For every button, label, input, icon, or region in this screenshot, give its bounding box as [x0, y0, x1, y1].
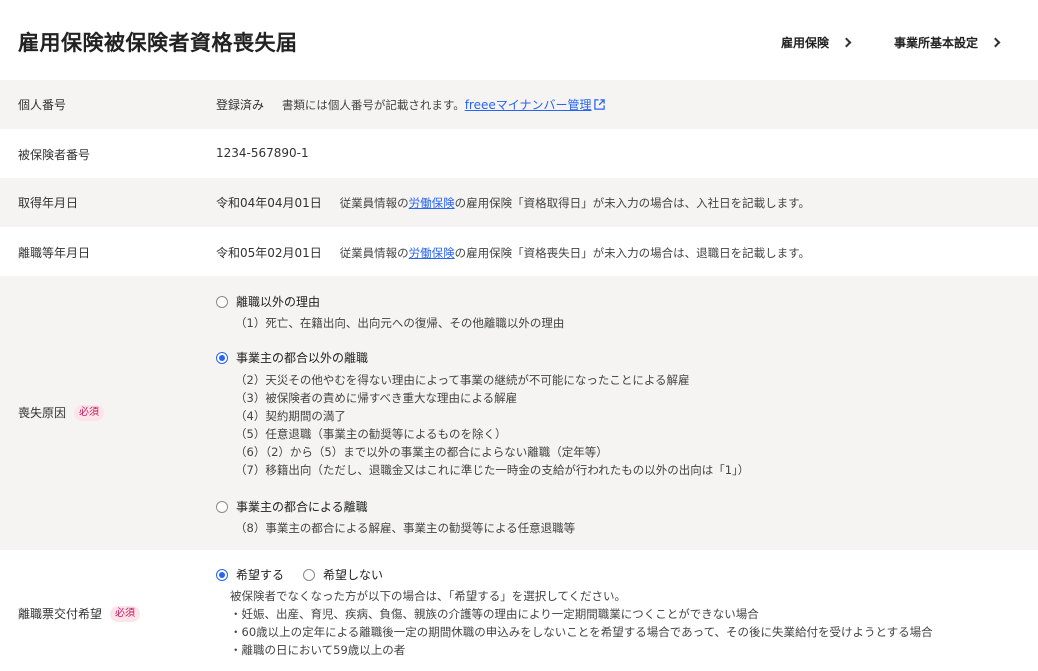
option-detail: （4）契約期間の満了: [235, 409, 346, 423]
radio-label: 事業主の都合による離職: [236, 500, 368, 514]
note-text: 従業員情報の: [339, 196, 409, 210]
loss-reason-option-2[interactable]: 事業主の都合以外の離職: [216, 349, 368, 366]
office-settings-link[interactable]: 事業所基本設定: [894, 34, 1001, 51]
leave-date-note: 従業員情報の労働保険の雇用保険「資格喪失日」が未入力の場合は、退職日を記載します…: [340, 246, 810, 260]
radio-button[interactable]: [303, 568, 315, 581]
personal-number-note: 書類には個人番号が記載されます。: [281, 98, 465, 112]
option-detail: （8）事業主の都合による解雇、事業主の勧奨等による任意退職等: [235, 521, 576, 535]
separation-slip-detail: ・離職の日において59歳以上の者: [230, 643, 406, 657]
option-detail: （6）（2）から（5）まで以外の事業主の都合によらない離職（定年等）: [235, 445, 608, 459]
insured-number-value: 1234-567890-1: [216, 146, 309, 160]
leave-date-value: 令和05年02月01日 従業員情報の労働保険の雇用保険「資格喪失日」が未入力の場…: [216, 244, 810, 261]
separation-slip-label-text: 離職票交付希望: [18, 607, 103, 621]
radio-button-selected[interactable]: [216, 568, 228, 581]
acquired-date-text: 令和04年04月01日: [216, 196, 322, 210]
leave-date-text: 令和05年02月01日: [216, 246, 322, 260]
leave-date-row: 離職等年月日 令和05年02月01日 従業員情報の労働保険の雇用保険「資格喪失日…: [0, 227, 1038, 276]
separation-slip-option-no[interactable]: 希望しない: [303, 566, 383, 583]
radio-label: 希望しない: [323, 568, 384, 582]
radio-label: 離職以外の理由: [236, 295, 321, 309]
employment-insurance-link-label: 雇用保険: [781, 36, 830, 50]
required-badge: 必須: [74, 404, 105, 421]
acquired-date-value: 令和04年04月01日 従業員情報の労働保険の雇用保険「資格取得日」が未入力の場…: [216, 194, 810, 211]
radio-label: 希望する: [236, 568, 285, 582]
separation-slip-detail: ・妊娠、出産、育児、疾病、負傷、親族の介護等の理由により一定期間職業につくことが…: [230, 607, 759, 621]
personal-number-status: 登録済み: [216, 98, 265, 112]
note-text: の雇用保険「資格喪失日」が未入力の場合は、退職日を記載します。: [454, 246, 810, 260]
radio-button-selected[interactable]: [216, 351, 228, 364]
option-detail: （2）天災その他やむを得ない理由によって事業の継続が不可能になったことによる解雇: [235, 373, 690, 387]
acquired-date-label: 取得年月日: [18, 196, 79, 210]
personal-number-row: 個人番号 登録済み 書類には個人番号が記載されます。freeeマイナンバー管理: [0, 80, 1038, 129]
mynumber-management-link[interactable]: freeeマイナンバー管理: [465, 98, 592, 112]
chevron-right-icon: [990, 37, 1001, 48]
labor-insurance-link[interactable]: 労働保険: [409, 246, 455, 260]
separation-slip-option-yes[interactable]: 希望する: [216, 566, 284, 583]
option-detail: （7）移籍出向（ただし、退職金又はこれに準じた一時金の支給が行われたもの以外の出…: [235, 463, 750, 477]
personal-number-label: 個人番号: [18, 98, 67, 112]
option-detail: （5）任意退職（事業主の勧奨等によるものを除く）: [235, 427, 507, 441]
separation-slip-detail: ・60歳以上の定年による離職後一定の期間休職の申込みをしないことを希望する場合で…: [230, 625, 933, 639]
employment-insurance-link[interactable]: 雇用保険: [781, 34, 852, 51]
required-badge: 必須: [110, 605, 141, 622]
external-link-icon[interactable]: [593, 99, 605, 110]
loss-reason-option-3[interactable]: 事業主の都合による離職: [216, 498, 368, 515]
note-text: の雇用保険「資格取得日」が未入力の場合は、入社日を記載します。: [454, 196, 810, 210]
option-detail: （1）死亡、在籍出向、出向元への復帰、その他離職以外の理由: [235, 316, 565, 330]
separation-slip-label: 離職票交付希望 必須: [18, 605, 141, 622]
radio-button[interactable]: [216, 500, 228, 513]
office-settings-link-label: 事業所基本設定: [894, 36, 979, 50]
separation-slip-detail: 被保険者でなくなった方が以下の場合は、「希望する」を選択してください。: [230, 589, 627, 603]
radio-button[interactable]: [216, 295, 228, 308]
page-header: 雇用保険被保険者資格喪失届 雇用保険 事業所基本設定: [0, 0, 1038, 80]
chevron-right-icon: [841, 37, 852, 48]
separation-slip-row: 離職票交付希望 必須 希望する 希望しない 被保険者でなくなった方が以下の場合は…: [0, 550, 1038, 671]
insured-number-row: 被保険者番号 1234-567890-1: [0, 129, 1038, 178]
loss-reason-option-1[interactable]: 離職以外の理由: [216, 293, 320, 310]
personal-number-value: 登録済み 書類には個人番号が記載されます。freeeマイナンバー管理: [216, 96, 605, 113]
loss-reason-label-text: 喪失原因: [18, 406, 67, 420]
insured-number-label: 被保険者番号: [18, 148, 91, 162]
page-title: 雇用保険被保険者資格喪失届: [18, 31, 298, 55]
loss-reason-row: 喪失原因 必須 離職以外の理由 （1）死亡、在籍出向、出向元への復帰、その他離職…: [0, 276, 1038, 550]
acquired-date-note: 従業員情報の労働保険の雇用保険「資格取得日」が未入力の場合は、入社日を記載します…: [340, 196, 810, 210]
note-text: 従業員情報の: [339, 246, 409, 260]
radio-label: 事業主の都合以外の離職: [236, 351, 369, 365]
leave-date-label: 離職等年月日: [18, 246, 91, 260]
loss-reason-label: 喪失原因 必須: [18, 404, 105, 421]
labor-insurance-link[interactable]: 労働保険: [409, 196, 455, 210]
acquired-date-row: 取得年月日 令和04年04月01日 従業員情報の労働保険の雇用保険「資格取得日」…: [0, 178, 1038, 227]
option-detail: （3）被保険者の責めに帰すべき重大な理由による解雇: [235, 391, 518, 405]
